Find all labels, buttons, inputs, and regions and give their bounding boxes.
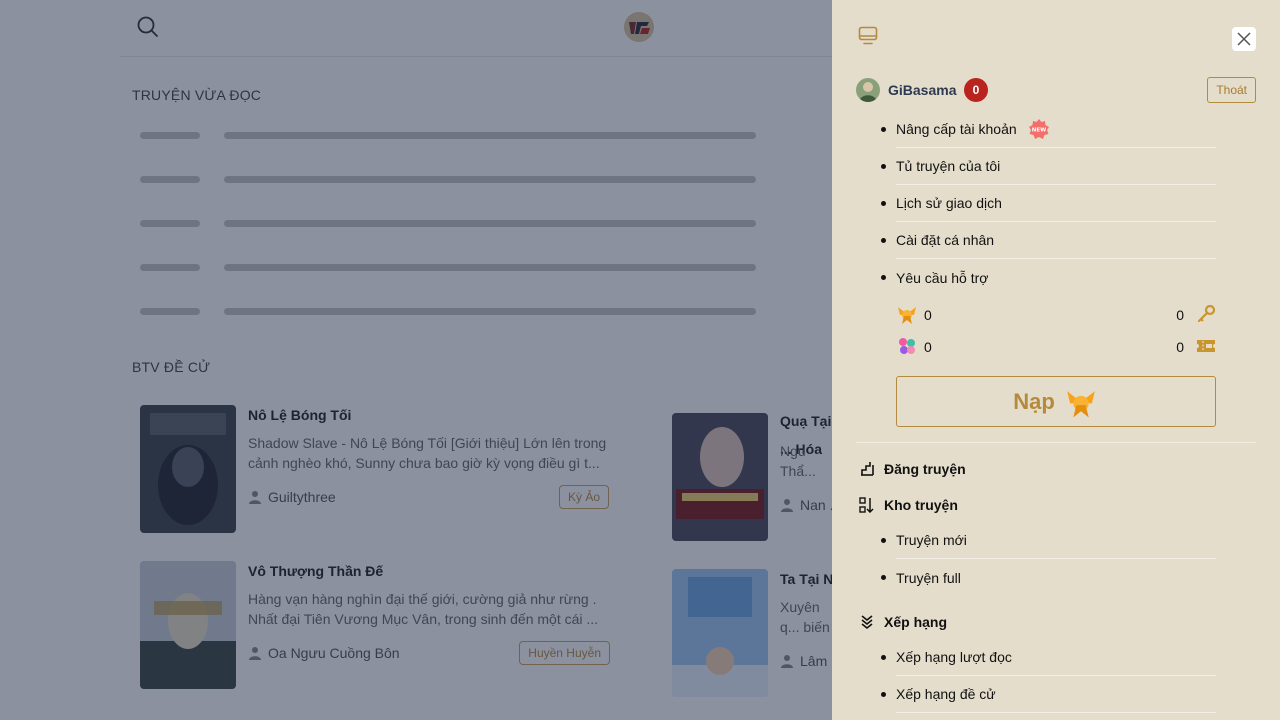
menu-my-bookshelf[interactable]: Tủ truyện của tôi bbox=[881, 148, 1216, 185]
menu-item-label: Nâng cấp tài khoản bbox=[896, 121, 1017, 137]
menu-item-label: Cài đặt cá nhân bbox=[896, 232, 995, 248]
menu-item-label: Lịch sử giao dịch bbox=[896, 195, 1002, 211]
modal-backdrop[interactable] bbox=[0, 0, 832, 720]
ticket-icon bbox=[1197, 340, 1215, 352]
divider bbox=[856, 442, 1256, 443]
key-icon bbox=[1197, 305, 1216, 323]
upload-icon bbox=[858, 460, 876, 478]
monitor-icon[interactable] bbox=[858, 26, 878, 46]
key-balance: 0 bbox=[1176, 307, 1184, 323]
wallet-row-items: 0 0 bbox=[896, 335, 1216, 359]
topup-label: Nạp bbox=[1013, 388, 1055, 414]
post-story-link[interactable]: Đăng truyện bbox=[858, 458, 1238, 480]
svg-text:NEW: NEW bbox=[1031, 128, 1045, 134]
username[interactable]: GiBasama bbox=[888, 82, 956, 98]
menu-item-label: Xếp hạng đề cử bbox=[896, 686, 996, 702]
notification-badge[interactable]: 0 bbox=[964, 78, 988, 102]
menu-completed-stories[interactable]: Truyện full bbox=[881, 559, 1216, 596]
menu-support-request[interactable]: Yêu cầu hỗ trợ bbox=[881, 259, 1216, 296]
menu-item-label: Xếp hạng lượt đọc bbox=[896, 649, 1012, 665]
avatar[interactable] bbox=[856, 78, 880, 102]
menu-upgrade-account[interactable]: Nâng cấp tài khoản NEW bbox=[881, 111, 1216, 148]
menu-item-label: Truyện mới bbox=[896, 532, 967, 548]
menu-ranking-views[interactable]: Xếp hạng lượt đọc bbox=[881, 639, 1216, 676]
post-story-label: Đăng truyện bbox=[884, 461, 966, 477]
new-badge-icon: NEW bbox=[1028, 119, 1049, 139]
close-icon bbox=[1237, 32, 1251, 46]
close-button[interactable] bbox=[1232, 27, 1256, 51]
menu-transaction-history[interactable]: Lịch sử giao dịch bbox=[881, 185, 1216, 222]
topup-button[interactable]: Nạp bbox=[896, 376, 1216, 427]
ranking-section-header[interactable]: Xếp hạng bbox=[858, 611, 1238, 633]
chevrons-down-icon bbox=[858, 613, 876, 631]
menu-new-stories[interactable]: Truyện mới bbox=[881, 522, 1216, 559]
candy-icon bbox=[898, 307, 916, 324]
menu-personal-settings[interactable]: Cài đặt cá nhân bbox=[881, 222, 1216, 259]
menu-item-label: Truyện full bbox=[896, 569, 961, 586]
library-label: Kho truyện bbox=[884, 497, 958, 513]
menu-ranking-nominations[interactable]: Xếp hạng đề cử bbox=[881, 676, 1216, 713]
side-drawer: GiBasama 0 Thoát Nâng cấp tài khoản NEW … bbox=[832, 0, 1280, 720]
flower-balance: 0 bbox=[924, 339, 932, 355]
ranking-label: Xếp hạng bbox=[884, 614, 948, 630]
candy-icon bbox=[1066, 390, 1095, 417]
logout-button[interactable]: Thoát bbox=[1207, 77, 1256, 103]
candy-balance: 0 bbox=[924, 307, 932, 323]
sort-icon bbox=[858, 496, 876, 514]
library-section-header[interactable]: Kho truyện bbox=[858, 494, 1238, 516]
menu-item-label: Yêu cầu hỗ trợ bbox=[896, 269, 989, 286]
user-info: GiBasama 0 Thoát bbox=[856, 77, 1256, 104]
menu-item-label: Tủ truyện của tôi bbox=[896, 158, 1001, 174]
ticket-balance: 0 bbox=[1176, 339, 1184, 355]
flowers-icon bbox=[899, 338, 915, 354]
wallet-row-currency: 0 0 bbox=[896, 303, 1216, 327]
